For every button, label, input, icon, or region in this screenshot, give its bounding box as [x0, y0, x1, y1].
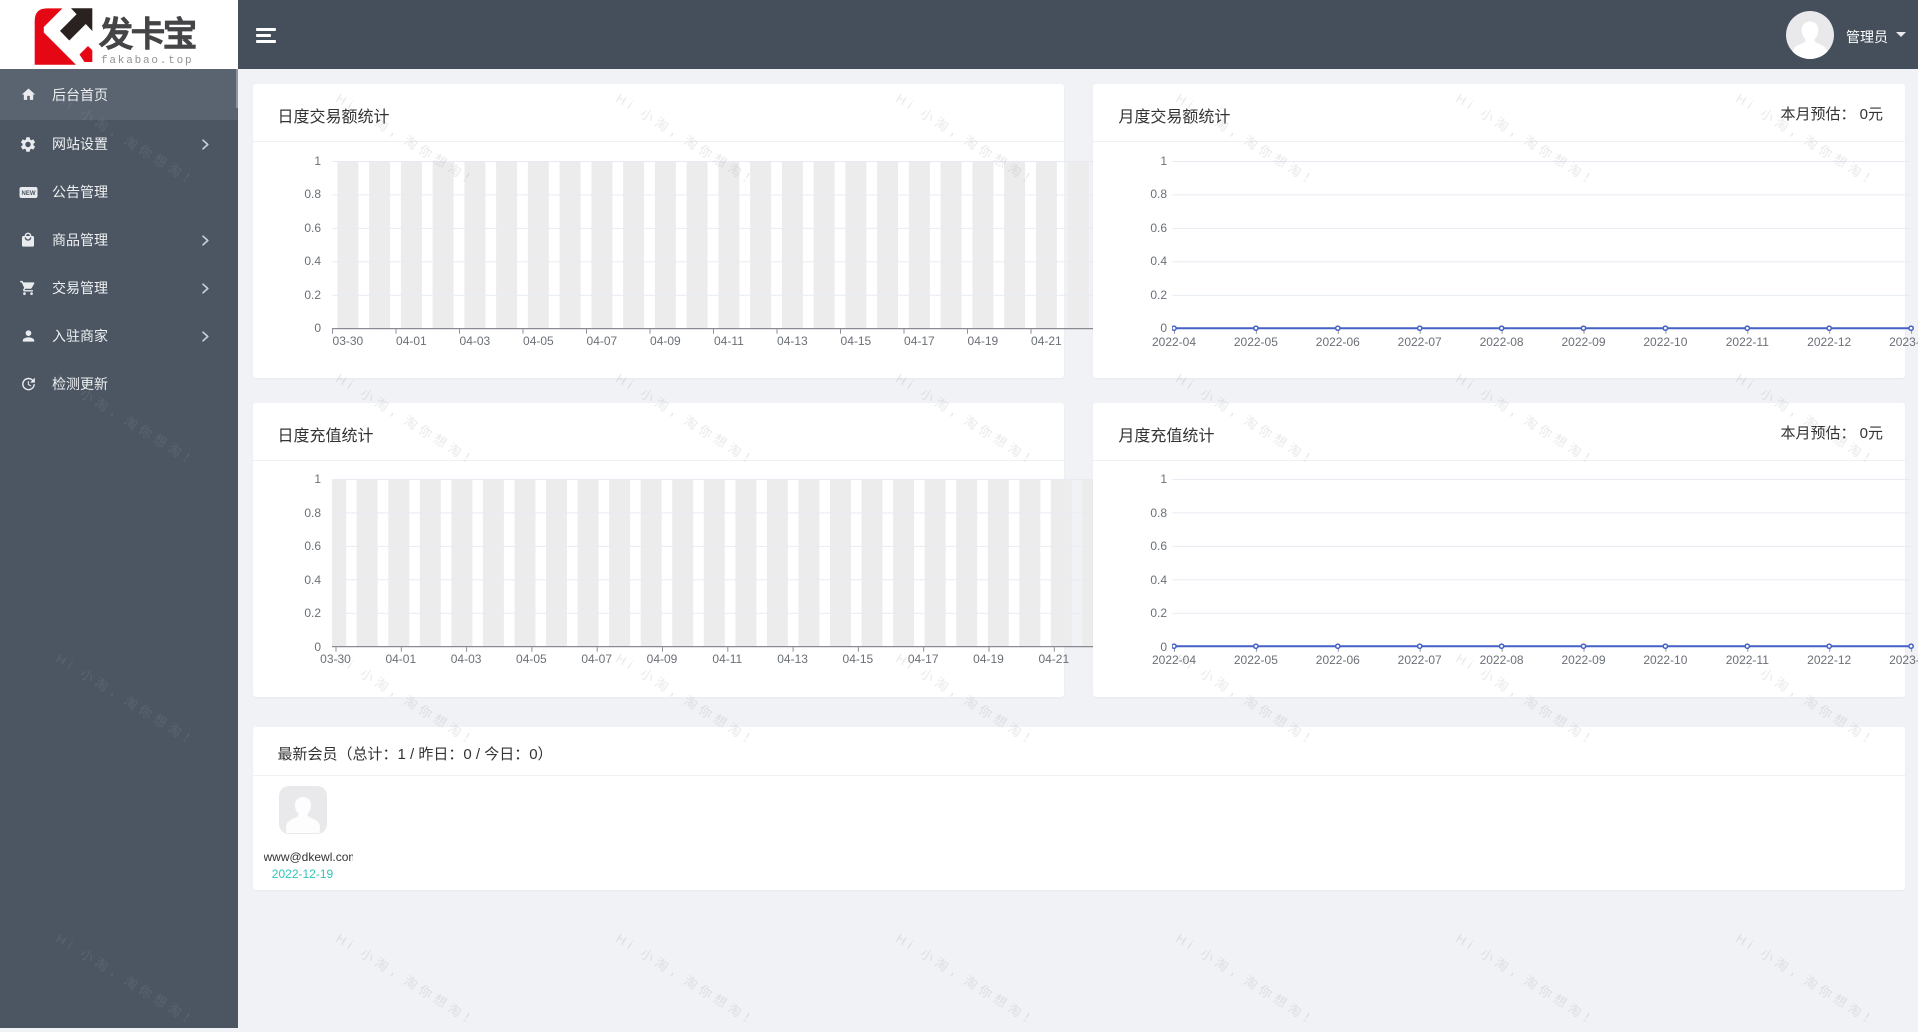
svg-text:NEW: NEW: [21, 191, 35, 197]
svg-text:发卡宝: 发卡宝: [99, 16, 196, 54]
svg-text:fakabao.top: fakabao.top: [101, 55, 193, 67]
